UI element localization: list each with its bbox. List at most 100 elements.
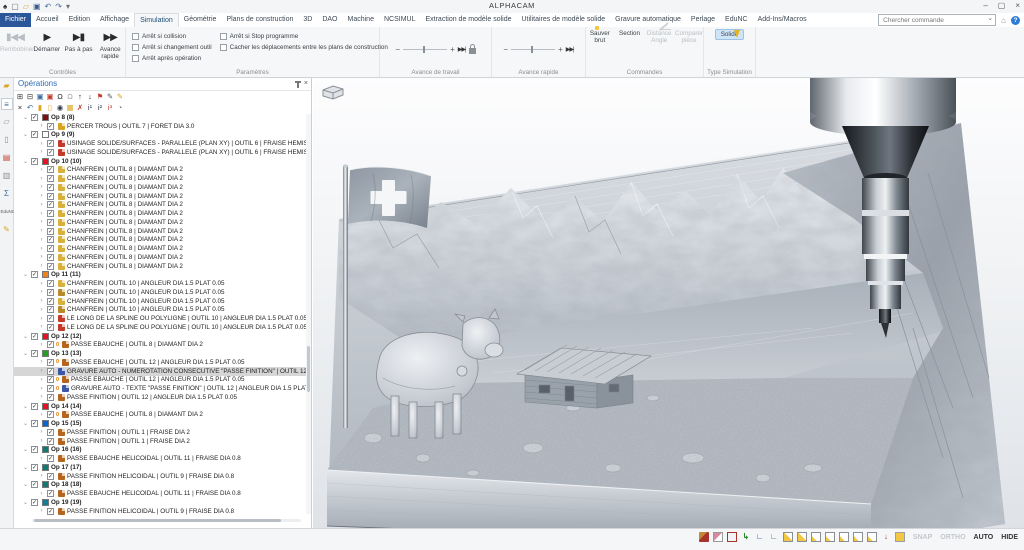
tab-accueil[interactable]: Accueil: [31, 13, 64, 27]
unlock-icon[interactable]: ▯: [46, 103, 54, 112]
axis-z-icon[interactable]: ∟: [755, 532, 765, 542]
operation-checkbox[interactable]: ✓: [47, 394, 54, 401]
operation-checkbox[interactable]: ✓: [47, 123, 54, 130]
tree-operation-row[interactable]: ›✓0PASSE EBAUCHE | OUTIL 12 | ANGLEUR DI…: [14, 358, 311, 367]
tree-group-row[interactable]: ⌄✓Op 18 (18): [14, 481, 311, 490]
chevron-right-icon[interactable]: ›: [38, 184, 45, 190]
chevron-right-icon[interactable]: ›: [38, 141, 45, 147]
chevron-down-icon[interactable]: ⌄: [22, 420, 29, 427]
work-feed-skip-icon[interactable]: ▶▶|: [458, 46, 466, 53]
work-feed-minus-button[interactable]: −: [395, 45, 400, 54]
op-checkbox[interactable]: ✓: [31, 420, 38, 427]
chevron-right-icon[interactable]: ›: [38, 237, 45, 243]
calculate-icon[interactable]: ▦: [66, 103, 74, 112]
operation-checkbox[interactable]: ✓: [47, 280, 54, 287]
tab-3d[interactable]: 3D: [298, 13, 317, 27]
checkbox-arr-t-si-collision[interactable]: Arrêt si collision: [132, 33, 212, 40]
pin-icon[interactable]: [297, 81, 299, 88]
chevron-down-icon[interactable]: ⌄: [22, 114, 29, 121]
chevron-right-icon[interactable]: ›: [38, 368, 45, 374]
operation-checkbox[interactable]: ✓: [47, 236, 54, 243]
chevron-down-icon[interactable]: ⌄: [22, 158, 29, 165]
chevron-right-icon[interactable]: ›: [38, 228, 45, 234]
stock-box-icon[interactable]: [713, 532, 723, 542]
chevron-right-icon[interactable]: ›: [38, 324, 45, 330]
chevron-right-icon[interactable]: ›: [38, 176, 45, 182]
tree-operation-row[interactable]: ›✓PERCER TROUS | OUTIL 7 | FORET DIA 3.0: [14, 122, 311, 131]
operation-checkbox[interactable]: ✓: [47, 324, 54, 331]
toggle-auto[interactable]: AUTO: [974, 534, 994, 541]
tree-operation-row[interactable]: ›✓0PASSE EBAUCHE | OUTIL 8 | DIAMANT DIA…: [14, 411, 311, 420]
project-folder-tab[interactable]: ▰: [1, 80, 13, 92]
work-feed-slider-thumb[interactable]: [423, 46, 425, 53]
chevron-right-icon[interactable]: ›: [38, 456, 45, 462]
operation-checkbox[interactable]: ✓: [47, 438, 54, 445]
machine-sim-icon[interactable]: [699, 532, 709, 542]
chevron-right-icon[interactable]: ›: [38, 491, 45, 497]
chevron-right-icon[interactable]: ›: [38, 298, 45, 304]
move-up-icon[interactable]: ↑: [76, 92, 84, 101]
work-plane-icon[interactable]: [895, 532, 905, 542]
search-input[interactable]: [881, 15, 981, 25]
rapid-feed-slider[interactable]: [511, 49, 555, 50]
op-checkbox[interactable]: ✓: [31, 333, 38, 340]
chevron-down-icon[interactable]: ⌄: [22, 446, 29, 453]
chevron-right-icon[interactable]: ›: [38, 473, 45, 479]
sequence-alt-icon[interactable]: Ω: [66, 92, 74, 101]
work-feed-plus-button[interactable]: +: [450, 45, 455, 54]
tree-horizontal-scrollbar[interactable]: [32, 519, 301, 522]
toggle-snap[interactable]: SNAP: [913, 534, 932, 541]
tree-operation-row[interactable]: ›✓CHANFREIN | OUTIL 10 | ANGLEUR DIA 1.5…: [14, 288, 311, 297]
drawings-tab[interactable]: ▱: [1, 116, 13, 128]
operation-checkbox[interactable]: ✓: [47, 149, 54, 156]
edit-icon[interactable]: ✎: [106, 92, 114, 101]
operation-checkbox[interactable]: ✓: [47, 210, 54, 217]
operation-checkbox[interactable]: ✓: [47, 490, 54, 497]
operation-checkbox[interactable]: ✓: [47, 298, 54, 305]
chevron-right-icon[interactable]: ›: [38, 167, 45, 173]
tree-operation-row[interactable]: ›✓CHANFREIN | OUTIL 10 | ANGLEUR DIA 1.5…: [14, 279, 311, 288]
op-checkbox[interactable]: ✓: [31, 158, 38, 165]
tree-group-row[interactable]: ⌄✓Op 16 (16): [14, 446, 311, 455]
tree-group-row[interactable]: ⌄✓Op 8 (8): [14, 113, 311, 122]
tree-operation-row[interactable]: ›✓PASSE FINITION | OUTIL 1 | FRAISE DIA …: [14, 437, 311, 446]
tree-operation-row[interactable]: ›✓USINAGE SOLIDE/SURFACES - PARALLELE (P…: [14, 148, 311, 157]
feed-lock-icon[interactable]: [469, 48, 476, 54]
chevron-right-icon[interactable]: ›: [38, 386, 45, 392]
tree-operation-row[interactable]: ›✓CHANFREIN | OUTIL 10 | ANGLEUR DIA 1.5…: [14, 297, 311, 306]
operation-checkbox[interactable]: ✓: [47, 201, 54, 208]
tab-g-om-trie[interactable]: Géométrie: [179, 13, 222, 27]
operation-checkbox[interactable]: ✓: [47, 228, 54, 235]
chevron-down-icon[interactable]: ⌄: [987, 14, 993, 22]
op-checkbox[interactable]: ✓: [31, 350, 38, 357]
tree-operation-row[interactable]: ›✓CHANFREIN | OUTIL 10 | ANGLEUR DIA 1.5…: [14, 306, 311, 315]
tab-fichier[interactable]: Fichier: [0, 13, 31, 27]
tree-operation-row[interactable]: ›✓CHANFREIN | OUTIL 8 | DIAMANT DIA 2: [14, 262, 311, 271]
info-1-icon[interactable]: i¹: [86, 103, 94, 112]
pas-pas-button[interactable]: ▶▮Pas à pas: [64, 29, 94, 53]
tree-vertical-scrollbar[interactable]: [306, 114, 311, 514]
chevron-down-icon[interactable]: ⌄: [22, 271, 29, 278]
chevron-right-icon[interactable]: ›: [38, 316, 45, 322]
tree-operation-row[interactable]: ›✓CHANFREIN | OUTIL 8 | DIAMANT DIA 2: [14, 166, 311, 175]
view-bottom-icon[interactable]: [867, 532, 877, 542]
tree-operation-row[interactable]: ›✓CHANFREIN | OUTIL 8 | DIAMANT DIA 2: [14, 192, 311, 201]
operations-tab[interactable]: ≡: [1, 98, 13, 110]
operation-checkbox[interactable]: ✓: [47, 254, 54, 261]
home-icon[interactable]: ⌂: [1001, 16, 1006, 25]
op-checkbox[interactable]: ✓: [31, 464, 38, 471]
view-iso-icon[interactable]: [783, 532, 793, 542]
operation-checkbox[interactable]: ✓: [47, 411, 54, 418]
tree-operation-row[interactable]: ›✓0GRAVURE AUTO - TEXTE "PASSE FINITION"…: [14, 384, 311, 393]
operation-checkbox[interactable]: ✓: [47, 289, 54, 296]
operation-checkbox[interactable]: ✓: [47, 429, 54, 436]
info-3-icon[interactable]: i³: [106, 103, 114, 112]
tab-dao[interactable]: DAO: [317, 13, 342, 27]
rapid-feed-minus-button[interactable]: −: [503, 45, 508, 54]
macros-tab[interactable]: ✎: [1, 224, 13, 236]
op-checkbox[interactable]: ✓: [31, 131, 38, 138]
chevron-right-icon[interactable]: ›: [38, 429, 45, 435]
operation-checkbox[interactable]: ✓: [47, 455, 54, 462]
tab-plans-de-construction[interactable]: Plans de construction: [221, 13, 298, 27]
tree-group-row[interactable]: ⌄✓Op 10 (10): [14, 157, 311, 166]
